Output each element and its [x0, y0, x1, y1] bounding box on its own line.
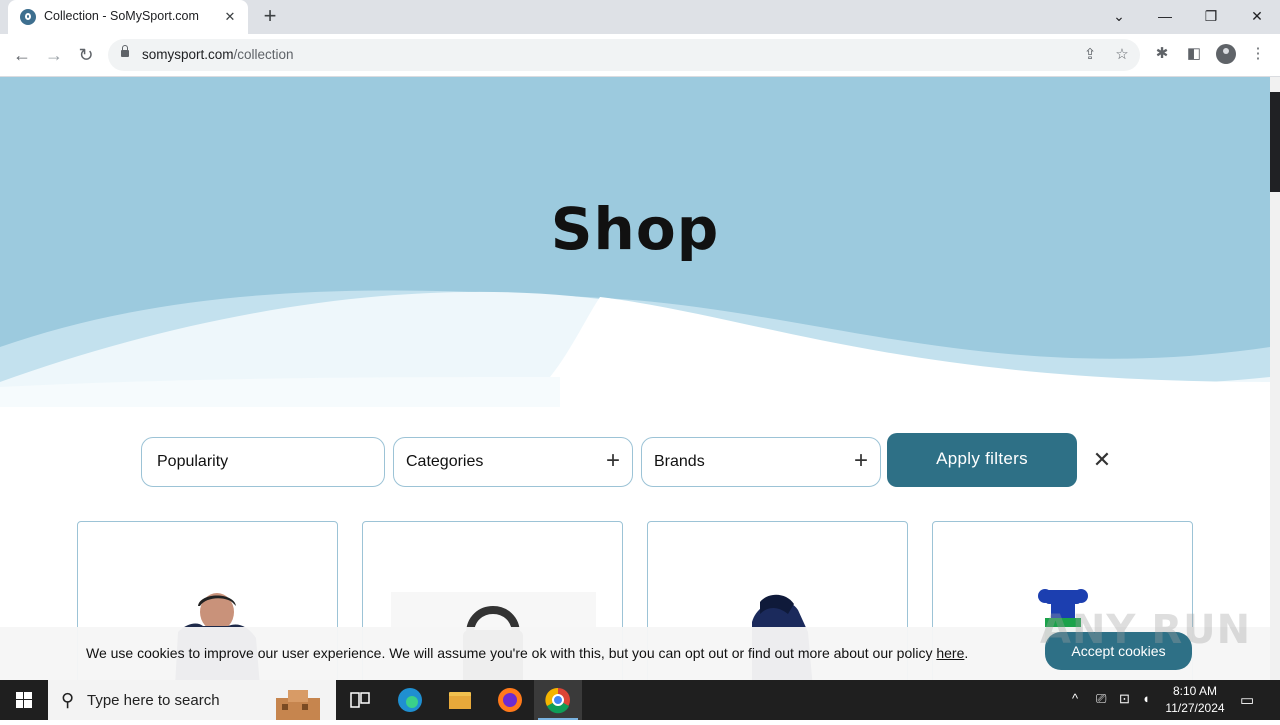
restore-button[interactable]: ❐	[1188, 0, 1234, 34]
tab-strip: Collection - SoMySport.com ✕ + ⌄ — ❐ ✕	[0, 0, 1280, 34]
windows-taskbar: ⚲ Type here to search ^ ⎚ ⊡ ◖ 8:10 AM 11…	[0, 680, 1280, 720]
clear-filters-close-icon[interactable]: ✕	[1091, 449, 1113, 471]
cookie-policy-link[interactable]: here	[936, 645, 964, 661]
side-panel-icon[interactable]: ◧	[1184, 44, 1204, 64]
share-icon[interactable]: ⇪	[1080, 45, 1100, 65]
taskbar-search-box[interactable]: ⚲ Type here to search	[48, 680, 336, 720]
categories-filter[interactable]: Categories +	[393, 437, 633, 487]
lock-icon	[121, 45, 129, 57]
tab-title: Collection - SoMySport.com	[44, 9, 199, 23]
active-tab[interactable]: Collection - SoMySport.com ✕	[8, 0, 248, 34]
start-button[interactable]	[0, 680, 48, 720]
taskbar-clock[interactable]: 8:10 AM 11/27/2024	[1160, 683, 1230, 717]
tray-device-icon[interactable]: ⎚	[1096, 691, 1106, 707]
network-icon[interactable]: ⊡	[1119, 691, 1130, 707]
page-title: Shop	[550, 195, 720, 263]
clock-date: 11/27/2024	[1165, 701, 1225, 715]
minimize-button[interactable]: —	[1142, 0, 1188, 34]
address-bar[interactable]: somysport.com/collection ⇪ ☆	[108, 39, 1140, 71]
page-scrollbar-thumb[interactable]	[1270, 92, 1280, 192]
firefox-icon	[498, 688, 522, 712]
chrome-menu-kebab-icon[interactable]: ⋮	[1248, 44, 1268, 64]
tray-chevron-up-icon[interactable]: ^	[1072, 691, 1078, 706]
brands-plus-icon[interactable]: +	[854, 448, 868, 474]
url-path: /collection	[233, 47, 294, 62]
sort-select[interactable]: Popularity	[141, 437, 385, 487]
edge-icon	[398, 688, 422, 712]
apply-filters-button[interactable]: Apply filters	[887, 433, 1077, 487]
tab-search-chevron-down-icon[interactable]: ⌄	[1096, 0, 1142, 34]
url-text[interactable]: somysport.com/collection	[142, 47, 294, 62]
edge-taskbar-button[interactable]	[386, 680, 434, 720]
browser-toolbar: ← → ↻ somysport.com/collection ⇪ ☆	[0, 34, 1280, 77]
brands-filter-label: Brands	[654, 453, 705, 470]
windows-logo-icon	[16, 692, 32, 708]
extensions-puzzle-icon[interactable]: ✱	[1152, 44, 1172, 64]
task-view-icon	[350, 692, 370, 708]
search-highlight-illustration	[276, 690, 320, 720]
cookie-message-text: We use cookies to improve our user exper…	[86, 645, 937, 661]
folder-icon	[449, 692, 471, 709]
categories-plus-icon[interactable]: +	[606, 448, 620, 474]
reload-icon[interactable]: ↻	[74, 43, 98, 67]
tab-close-icon[interactable]: ✕	[220, 7, 240, 27]
cookie-message: We use cookies to improve our user exper…	[86, 645, 968, 661]
sort-select-value: Popularity	[157, 453, 229, 470]
new-tab-button[interactable]: +	[258, 5, 282, 29]
url-host: somysport.com	[142, 47, 234, 62]
window-close-button[interactable]: ✕	[1234, 0, 1280, 34]
back-arrow-icon[interactable]: ←	[10, 43, 34, 67]
anyrun-watermark: ANY RUN	[1040, 607, 1252, 653]
search-icon: ⚲	[61, 690, 75, 710]
task-view-button[interactable]	[336, 680, 384, 720]
profile-avatar-icon[interactable]	[1216, 44, 1236, 64]
file-explorer-taskbar-button[interactable]	[436, 680, 484, 720]
volume-icon[interactable]: ◖	[1142, 691, 1150, 706]
clock-time: 8:10 AM	[1172, 684, 1218, 698]
site-favicon-icon	[20, 9, 36, 25]
taskbar-search-placeholder: Type here to search	[87, 692, 220, 709]
firefox-taskbar-button[interactable]	[486, 680, 534, 720]
chrome-icon	[545, 687, 570, 714]
brands-filter[interactable]: Brands +	[641, 437, 881, 487]
notifications-icon[interactable]: ▭	[1240, 691, 1254, 709]
bookmark-star-icon[interactable]: ☆	[1112, 45, 1132, 65]
chrome-taskbar-button[interactable]	[534, 680, 582, 720]
hero-banner: Shop	[0, 77, 1270, 407]
forward-arrow-icon[interactable]: →	[42, 43, 66, 67]
web-page: Shop Popularity Categories + Brands + Ap…	[0, 77, 1270, 680]
categories-filter-label: Categories	[406, 453, 484, 470]
cookie-message-suffix: .	[964, 645, 969, 661]
